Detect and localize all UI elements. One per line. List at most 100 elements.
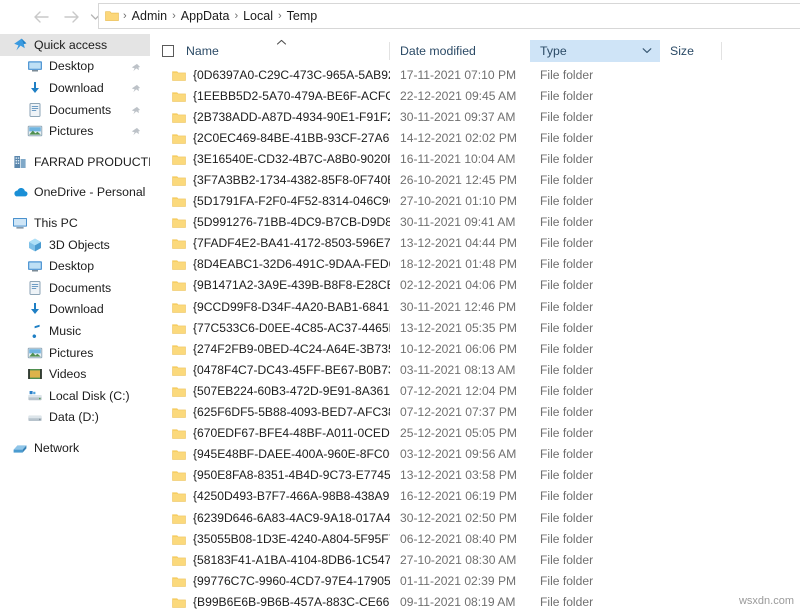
- folder-icon: [172, 279, 186, 291]
- table-row[interactable]: {274F2FB9-0BED-4C24-A64E-3B7356B5...10-1…: [150, 338, 800, 359]
- table-row[interactable]: {0D6397A0-C29C-473C-965A-5AB92FF...17-11…: [150, 64, 800, 85]
- breadcrumb-item-temp[interactable]: Temp: [283, 9, 322, 23]
- folder-icon: [172, 237, 186, 249]
- table-row[interactable]: {670EDF67-BFE4-48BF-A011-0CED9B4...25-12…: [150, 423, 800, 444]
- table-row[interactable]: {3F7A3BB2-1734-4382-85F8-0F740B71...26-1…: [150, 169, 800, 190]
- file-name-cell[interactable]: {3E16540E-CD32-4B7C-A8B0-9020F65...: [150, 152, 390, 166]
- file-name-cell[interactable]: {950E8FA8-8351-4B4D-9C73-E77450D3...: [150, 468, 390, 482]
- date-modified-cell: 22-12-2021 09:45 AM: [390, 89, 530, 103]
- forward-arrow-icon[interactable]: [56, 5, 86, 29]
- sidebar-item-network[interactable]: Network: [0, 437, 150, 459]
- sidebar-item-download[interactable]: Download: [0, 299, 150, 321]
- file-name-cell[interactable]: {58183F41-A1BA-4104-8DB6-1C54758...: [150, 553, 390, 567]
- file-name-cell[interactable]: {9CCD99F8-D34F-4A20-BAB1-6841C51...: [150, 300, 390, 314]
- table-row[interactable]: {99776C7C-9960-4CD7-97E4-17905AA...01-11…: [150, 570, 800, 591]
- file-name-cell[interactable]: {77C533C6-D0EE-4C85-AC37-4465B1B...: [150, 321, 390, 335]
- sidebar-item-documents[interactable]: Documents: [0, 99, 150, 121]
- sidebar-item-music[interactable]: Music: [0, 320, 150, 342]
- breadcrumb-item-appdata[interactable]: AppData: [177, 9, 234, 23]
- table-row[interactable]: {58183F41-A1BA-4104-8DB6-1C54758...27-10…: [150, 549, 800, 570]
- sidebar-item-data-d[interactable]: Data (D:): [0, 407, 150, 429]
- file-name-cell[interactable]: {5D991276-71BB-4DC9-B7CB-D9D8BD...: [150, 215, 390, 229]
- file-name-cell[interactable]: {2C0EC469-84BE-41BB-93CF-27A6F4E...: [150, 131, 390, 145]
- breadcrumb-item-local[interactable]: Local: [239, 9, 277, 23]
- download-icon: [27, 80, 43, 96]
- file-name-cell[interactable]: {0D6397A0-C29C-473C-965A-5AB92FF...: [150, 68, 390, 82]
- table-row[interactable]: {77C533C6-D0EE-4C85-AC37-4465B1B...13-12…: [150, 317, 800, 338]
- type-cell: File folder: [530, 110, 660, 124]
- table-row[interactable]: {3E16540E-CD32-4B7C-A8B0-9020F65...16-11…: [150, 148, 800, 169]
- sidebar-item-3d-objects[interactable]: 3D Objects: [0, 234, 150, 256]
- column-header-type[interactable]: Type: [530, 40, 660, 62]
- table-row[interactable]: {35055B08-1D3E-4240-A804-5F95F73E...06-1…: [150, 528, 800, 549]
- table-row[interactable]: {5D991276-71BB-4DC9-B7CB-D9D8BD...30-11-…: [150, 212, 800, 233]
- file-name-cell[interactable]: {5D1791FA-F2F0-4F52-8314-046C9C8D...: [150, 194, 390, 208]
- sidebar-item-farrad-production[interactable]: FARRAD PRODUCTION: [0, 151, 150, 173]
- column-header-size[interactable]: Size: [660, 40, 722, 62]
- back-arrow-icon[interactable]: [26, 5, 56, 29]
- file-name-cell[interactable]: {35055B08-1D3E-4240-A804-5F95F73E...: [150, 532, 390, 546]
- file-name-cell[interactable]: {274F2FB9-0BED-4C24-A64E-3B7356B5...: [150, 342, 390, 356]
- file-rows-container[interactable]: {0D6397A0-C29C-473C-965A-5AB92FF...17-11…: [150, 64, 800, 611]
- file-name-cell[interactable]: {4250D493-B7F7-466A-98B8-438A9C4...: [150, 489, 390, 503]
- sidebar-item-this-pc[interactable]: This PC: [0, 212, 150, 234]
- sidebar-item-quick-access[interactable]: Quick access: [0, 34, 150, 56]
- pin-icon[interactable]: [130, 61, 141, 72]
- table-row[interactable]: {9CCD99F8-D34F-4A20-BAB1-6841C51...30-11…: [150, 296, 800, 317]
- address-bar[interactable]: › Admin › AppData › Local › Temp: [98, 3, 800, 29]
- sidebar-item-onedrive-personal[interactable]: OneDrive - Personal: [0, 182, 150, 204]
- file-name-label: {5D991276-71BB-4DC9-B7CB-D9D8BD...: [193, 215, 390, 229]
- file-name-cell[interactable]: {9B1471A2-3A9E-439B-B8F8-E28CBA4...: [150, 278, 390, 292]
- table-row[interactable]: {950E8FA8-8351-4B4D-9C73-E77450D3...13-1…: [150, 465, 800, 486]
- table-row[interactable]: {507EB224-60B3-472D-9E91-8A361C6F...07-1…: [150, 380, 800, 401]
- pin-icon[interactable]: [130, 125, 141, 136]
- sidebar-item-videos[interactable]: Videos: [0, 363, 150, 385]
- sidebar-item-label: Documents: [49, 281, 111, 295]
- navigation-sidebar[interactable]: Quick accessDesktopDownloadDocumentsPict…: [0, 34, 150, 611]
- file-name-cell[interactable]: {6239D646-6A83-4AC9-9A18-017A433...: [150, 511, 390, 525]
- file-name-cell[interactable]: {670EDF67-BFE4-48BF-A011-0CED9B4...: [150, 426, 390, 440]
- table-row[interactable]: {9B1471A2-3A9E-439B-B8F8-E28CBA4...02-12…: [150, 275, 800, 296]
- breadcrumb-item-admin[interactable]: Admin: [128, 9, 171, 23]
- table-row[interactable]: {2C0EC469-84BE-41BB-93CF-27A6F4E...14-12…: [150, 127, 800, 148]
- date-modified-cell: 16-12-2021 06:19 PM: [390, 489, 530, 503]
- file-name-cell[interactable]: {B99B6E6B-9B6B-457A-883C-CE66B70...: [150, 595, 390, 609]
- table-row[interactable]: {6239D646-6A83-4AC9-9A18-017A433...30-12…: [150, 507, 800, 528]
- file-name-cell[interactable]: {8D4EABC1-32D6-491C-9DAA-FED6C6...: [150, 257, 390, 271]
- select-all-checkbox[interactable]: [162, 45, 174, 57]
- column-header-date-modified[interactable]: Date modified: [390, 40, 530, 62]
- table-row[interactable]: {0478F4C7-DC43-45FF-BE67-B0B735D...03-11…: [150, 359, 800, 380]
- pin-icon[interactable]: [130, 104, 141, 115]
- sidebar-item-desktop[interactable]: Desktop: [0, 255, 150, 277]
- column-header-name[interactable]: Name: [150, 40, 390, 62]
- sidebar-item-download[interactable]: Download: [0, 77, 150, 99]
- table-row[interactable]: {2B738ADD-A87D-4934-90E1-F91F226...30-11…: [150, 106, 800, 127]
- chevron-down-icon[interactable]: [642, 46, 652, 56]
- table-row[interactable]: {625F6DF5-5B88-4093-BED7-AFC387F9...07-1…: [150, 402, 800, 423]
- file-explorer-window: › Admin › AppData › Local › Temp Quick a…: [0, 0, 800, 611]
- file-name-cell[interactable]: {625F6DF5-5B88-4093-BED7-AFC387F9...: [150, 405, 390, 419]
- file-name-cell[interactable]: {99776C7C-9960-4CD7-97E4-17905AA...: [150, 574, 390, 588]
- table-row[interactable]: {B99B6E6B-9B6B-457A-883C-CE66B70...09-11…: [150, 591, 800, 611]
- sidebar-item-desktop[interactable]: Desktop: [0, 56, 150, 78]
- file-name-cell[interactable]: {945E48BF-DAEE-400A-960E-8FC0C5F...: [150, 447, 390, 461]
- file-name-cell[interactable]: {1EEBB5D2-5A70-479A-BE6F-ACFC06F...: [150, 89, 390, 103]
- file-name-cell[interactable]: {2B738ADD-A87D-4934-90E1-F91F226...: [150, 110, 390, 124]
- sidebar-item-documents[interactable]: Documents: [0, 277, 150, 299]
- download-icon: [27, 301, 43, 317]
- file-name-cell[interactable]: {3F7A3BB2-1734-4382-85F8-0F740B71...: [150, 173, 390, 187]
- sidebar-item-local-disk-c[interactable]: Local Disk (C:): [0, 385, 150, 407]
- sidebar-item-pictures[interactable]: Pictures: [0, 342, 150, 364]
- table-row[interactable]: {4250D493-B7F7-466A-98B8-438A9C4...16-12…: [150, 486, 800, 507]
- sidebar-item-pictures[interactable]: Pictures: [0, 120, 150, 142]
- table-row[interactable]: {7FADF4E2-BA41-4172-8503-596E7978...13-1…: [150, 233, 800, 254]
- file-name-cell[interactable]: {7FADF4E2-BA41-4172-8503-596E7978...: [150, 236, 390, 250]
- pin-icon[interactable]: [130, 82, 141, 93]
- file-name-cell[interactable]: {0478F4C7-DC43-45FF-BE67-B0B735D...: [150, 363, 390, 377]
- table-row[interactable]: {945E48BF-DAEE-400A-960E-8FC0C5F...03-12…: [150, 444, 800, 465]
- table-row[interactable]: {1EEBB5D2-5A70-479A-BE6F-ACFC06F...22-12…: [150, 85, 800, 106]
- column-divider[interactable]: [721, 42, 722, 60]
- file-name-cell[interactable]: {507EB224-60B3-472D-9E91-8A361C6F...: [150, 384, 390, 398]
- table-row[interactable]: {5D1791FA-F2F0-4F52-8314-046C9C8D...27-1…: [150, 191, 800, 212]
- table-row[interactable]: {8D4EABC1-32D6-491C-9DAA-FED6C6...18-12-…: [150, 254, 800, 275]
